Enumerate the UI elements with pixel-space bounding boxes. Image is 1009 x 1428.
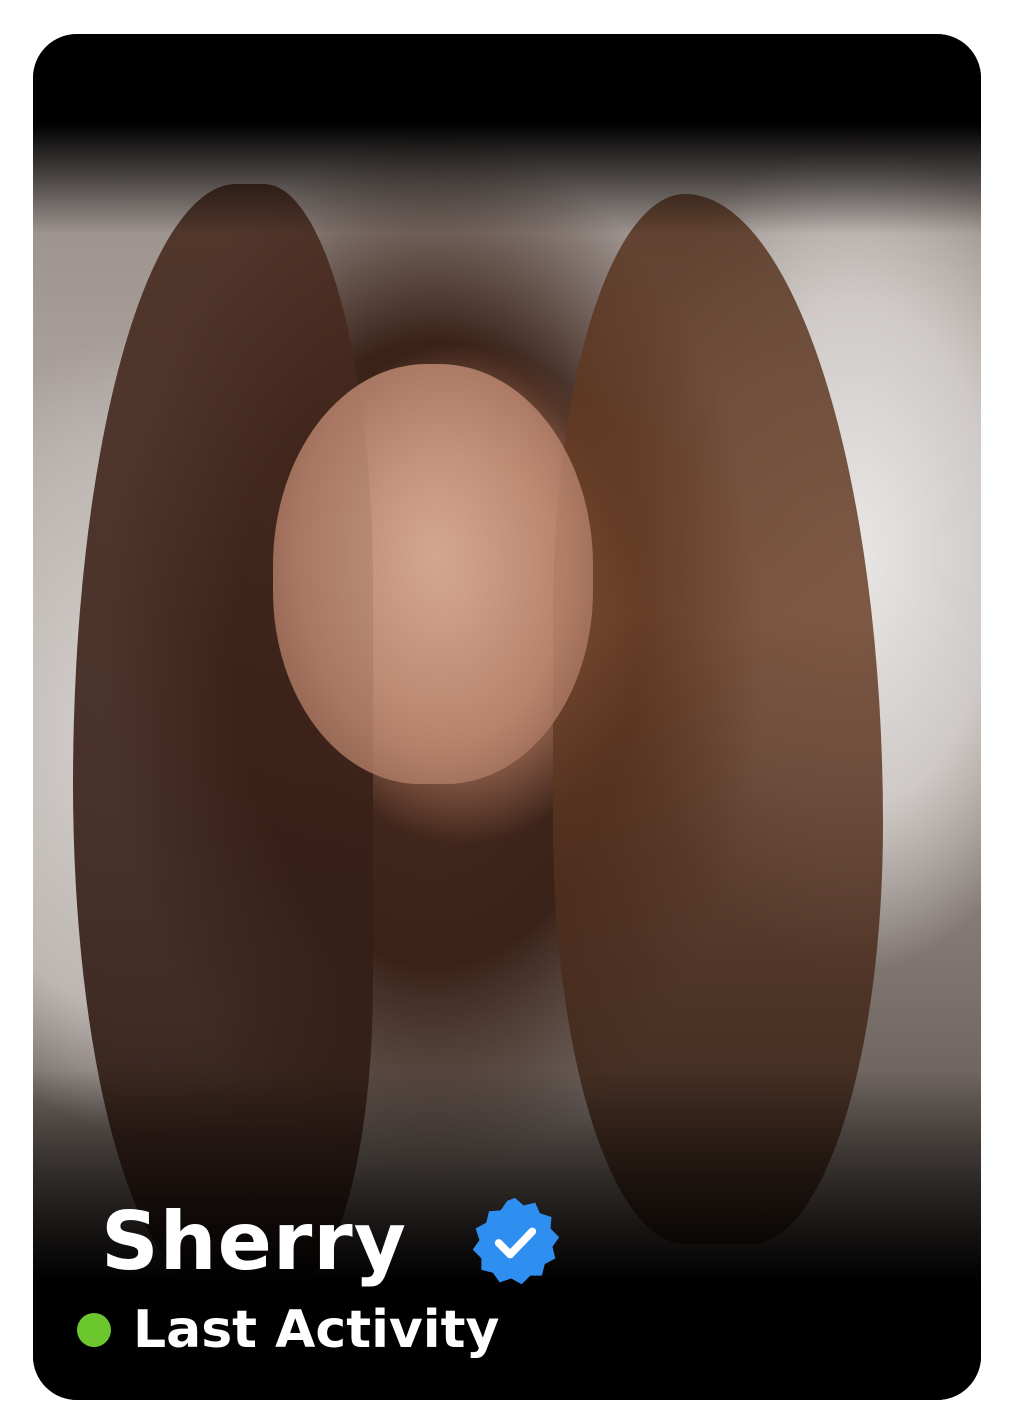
name-row: Sherry — [101, 1194, 563, 1290]
status-row: Last Activity — [77, 1304, 499, 1356]
online-dot-icon — [77, 1313, 111, 1347]
photo-face — [273, 364, 593, 784]
top-gradient-overlay — [33, 34, 981, 234]
profile-name: Sherry — [101, 1195, 407, 1288]
last-activity-label: Last Activity — [133, 1300, 500, 1360]
verified-badge-icon — [472, 1197, 560, 1285]
profile-card[interactable]: Sherry Last Activity — [33, 34, 981, 1400]
